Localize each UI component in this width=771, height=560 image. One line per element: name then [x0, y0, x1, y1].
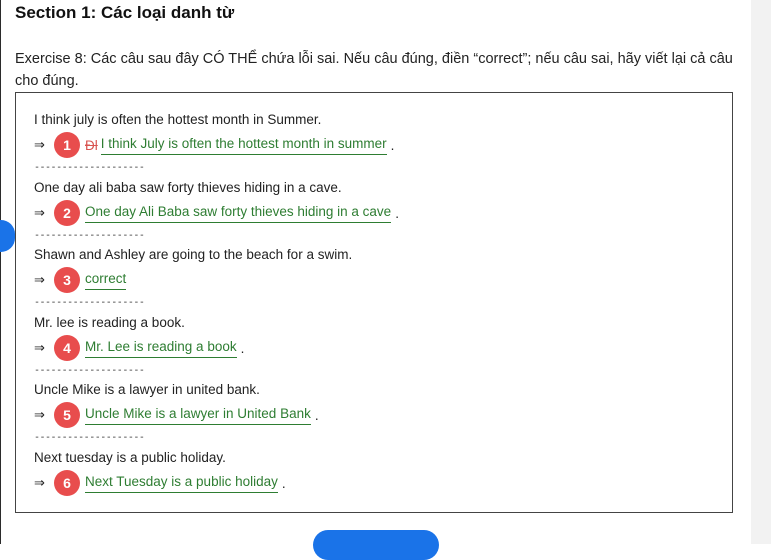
- answer-period: .: [314, 407, 319, 423]
- answer-row: ⇒ 5 Uncle Mike is a lawyer in United Ban…: [34, 402, 319, 428]
- answer-period: .: [390, 137, 395, 153]
- exercise-instruction: Exercise 8: Các câu sau đây CÓ THỂ chứa …: [15, 51, 733, 89]
- side-toggle-tab[interactable]: [0, 220, 15, 252]
- answer-text[interactable]: Uncle Mike is a lawyer in United Bank: [85, 405, 311, 425]
- section-title: Section 1: Các loại danh từ: [15, 3, 235, 22]
- question-text: One day ali baba saw forty thieves hidin…: [34, 180, 342, 195]
- divider: --------------------: [34, 297, 145, 308]
- answer-text[interactable]: Next Tuesday is a public holiday: [85, 473, 278, 493]
- exercise-item: I think july is often the hottest month …: [34, 110, 394, 177]
- exercise-item: Mr. lee is reading a book. ⇒ 4 Mr. Lee i…: [34, 313, 244, 380]
- answer-text[interactable]: Mr. Lee is reading a book: [85, 338, 237, 358]
- arrow-icon: ⇒: [34, 272, 45, 287]
- answer-row: ⇒ 1 Đl I think July is often the hottest…: [34, 132, 394, 158]
- submit-button[interactable]: [313, 530, 439, 560]
- exercise-page: Section 1: Các loại danh từ Exercise 8: …: [0, 0, 752, 560]
- question-text: Uncle Mike is a lawyer in united bank.: [34, 382, 260, 397]
- answer-row: ⇒ 4 Mr. Lee is reading a book .: [34, 335, 244, 361]
- answer-row: ⇒ 6 Next Tuesday is a public holiday .: [34, 470, 286, 496]
- answer-text[interactable]: I think July is often the hottest month …: [100, 135, 387, 155]
- exercise-item: Uncle Mike is a lawyer in united bank. ⇒…: [34, 380, 319, 447]
- question-text: Mr. lee is reading a book.: [34, 315, 185, 330]
- exercise-item: One day ali baba saw forty thieves hidin…: [34, 178, 399, 245]
- question-text: Shawn and Ashley are going to the beach …: [34, 247, 353, 262]
- number-badge: 4: [54, 335, 80, 361]
- arrow-icon: ⇒: [34, 475, 45, 490]
- divider: --------------------: [34, 162, 145, 173]
- arrow-icon: ⇒: [34, 137, 45, 152]
- divider: --------------------: [34, 230, 145, 241]
- answer-row: ⇒ 3 correct: [34, 267, 352, 293]
- struck-text: Đl: [85, 137, 98, 153]
- answer-period: .: [240, 340, 245, 356]
- exercise-box: I think july is often the hottest month …: [15, 92, 733, 513]
- answer-period: .: [281, 475, 286, 491]
- divider: --------------------: [34, 432, 145, 443]
- exercise-item: Next tuesday is a public holiday. ⇒ 6 Ne…: [34, 448, 286, 496]
- divider: --------------------: [34, 365, 145, 376]
- number-badge: 3: [54, 267, 80, 293]
- scrollbar-track[interactable]: [751, 0, 771, 544]
- answer-row: ⇒ 2 One day Ali Baba saw forty thieves h…: [34, 200, 399, 226]
- number-badge: 5: [54, 402, 80, 428]
- arrow-icon: ⇒: [34, 407, 45, 422]
- arrow-icon: ⇒: [34, 340, 45, 355]
- answer-period: .: [395, 205, 399, 221]
- number-badge: 6: [54, 470, 80, 496]
- question-text: Next tuesday is a public holiday.: [34, 450, 226, 465]
- answer-text[interactable]: One day Ali Baba saw forty thieves hidin…: [85, 203, 392, 223]
- answer-text[interactable]: correct: [85, 270, 127, 290]
- number-badge: 2: [54, 200, 80, 226]
- exercise-item: Shawn and Ashley are going to the beach …: [34, 245, 352, 312]
- number-badge: 1: [54, 132, 80, 158]
- arrow-icon: ⇒: [34, 205, 45, 220]
- question-text: I think july is often the hottest month …: [34, 112, 322, 127]
